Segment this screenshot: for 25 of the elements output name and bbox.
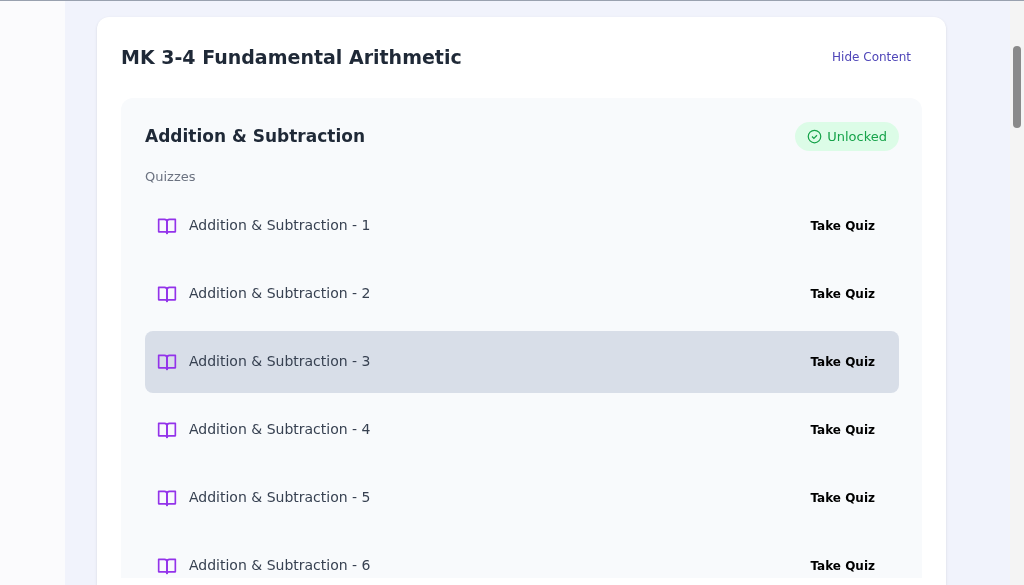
quiz-title: Addition & Subtraction - 4 [189, 420, 371, 439]
quiz-row[interactable]: Addition & Subtraction - 4 Take Quiz [145, 398, 899, 461]
quiz-title: Addition & Subtraction - 3 [189, 352, 371, 371]
quiz-title: Addition & Subtraction - 1 [189, 216, 371, 235]
quiz-title: Addition & Subtraction - 2 [189, 284, 371, 303]
take-quiz-button[interactable]: Take Quiz [810, 420, 875, 439]
status-badge: Unlocked [795, 121, 899, 151]
check-circle-icon [807, 128, 823, 144]
take-quiz-button[interactable]: Take Quiz [810, 352, 875, 371]
take-quiz-button[interactable]: Take Quiz [810, 556, 875, 575]
quiz-row[interactable]: Addition & Subtraction - 2 Take Quiz [145, 262, 899, 325]
course-title: MK 3-4 Fundamental Arithmetic [121, 45, 462, 70]
section-title: Addition & Subtraction [145, 124, 366, 148]
group-label: Quizzes [145, 168, 197, 186]
quiz-row[interactable]: Addition & Subtraction - 1 Take Quiz [145, 194, 899, 257]
quiz-row[interactable]: Addition & Subtraction - 6 Take Quiz [145, 534, 899, 578]
take-quiz-button[interactable]: Take Quiz [810, 216, 875, 235]
take-quiz-button[interactable]: Take Quiz [810, 488, 875, 507]
quiz-row[interactable]: Addition & Subtraction - 3 Take Quiz [145, 330, 899, 393]
hide-content-link[interactable]: Hide Content [832, 48, 911, 67]
quiz-row[interactable]: Addition & Subtraction - 5 Take Quiz [145, 466, 899, 529]
scrollbar-thumb[interactable] [1013, 46, 1021, 128]
quiz-title: Addition & Subtraction - 6 [189, 556, 371, 575]
quiz-title: Addition & Subtraction - 5 [189, 488, 371, 507]
take-quiz-button[interactable]: Take Quiz [810, 284, 875, 303]
